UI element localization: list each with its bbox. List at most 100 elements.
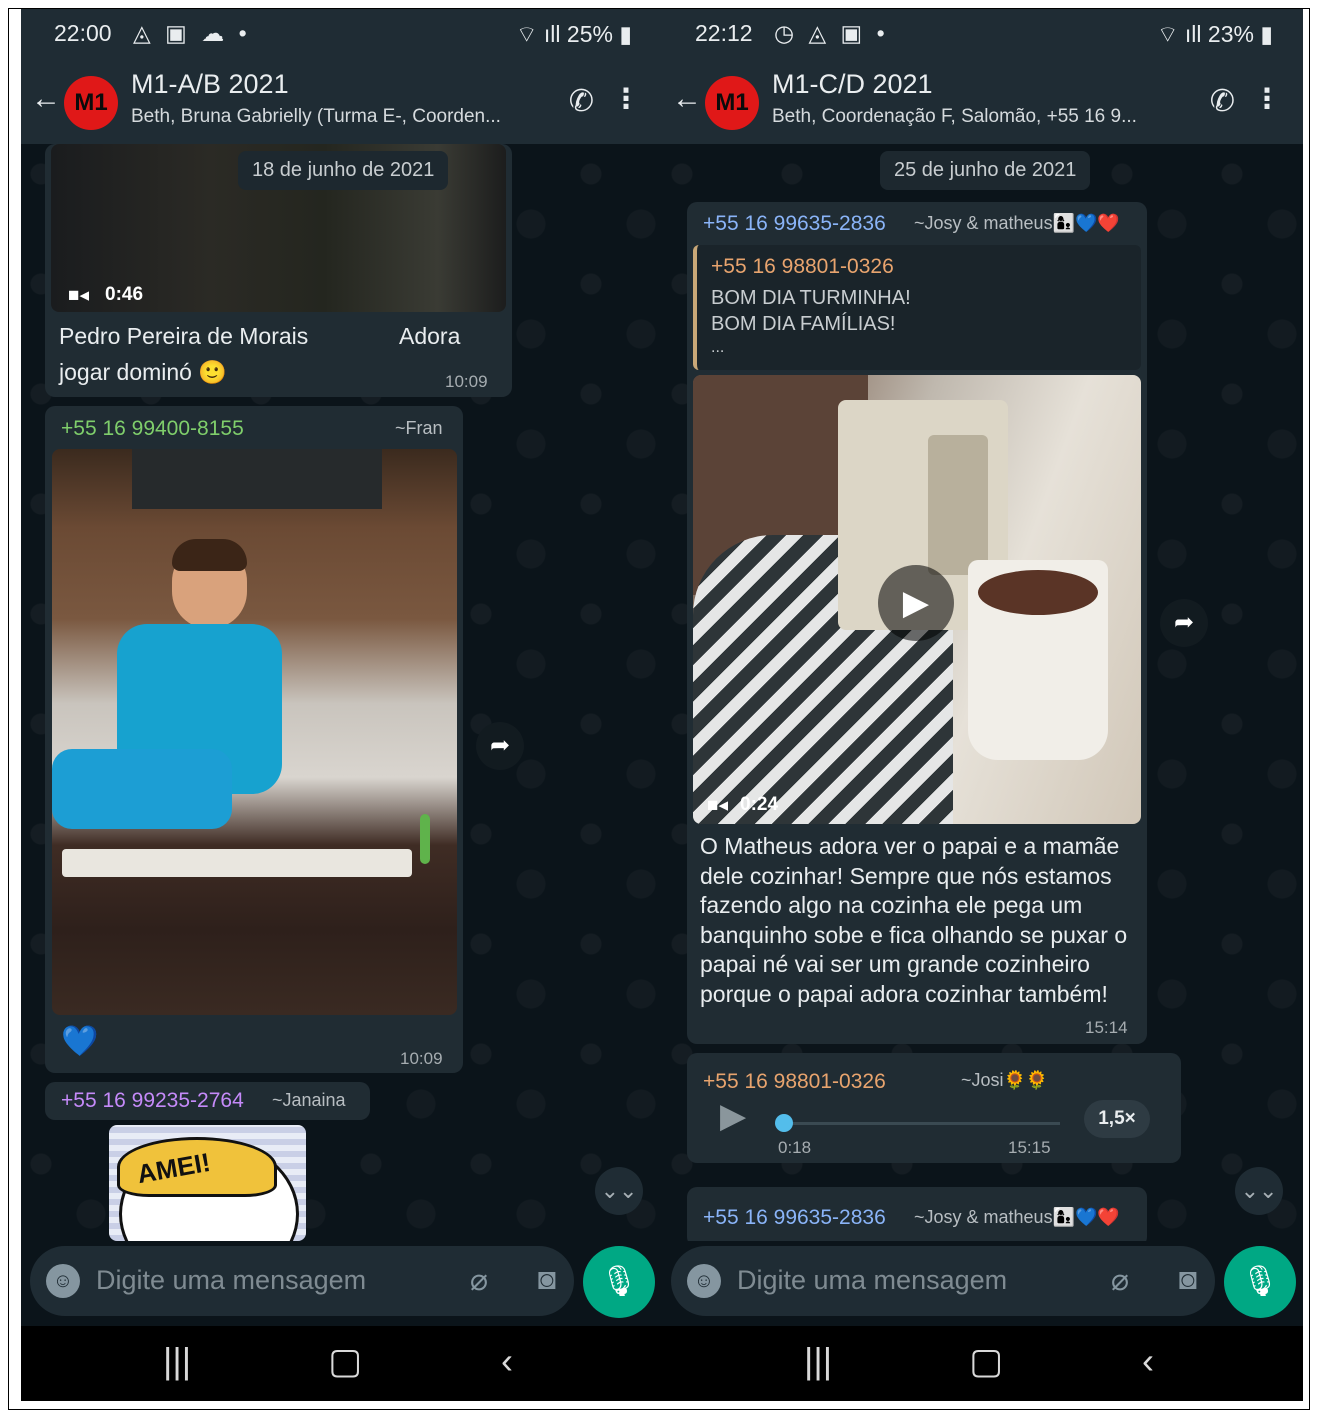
camera-icon[interactable]: ◙ bbox=[1179, 1263, 1197, 1297]
audio-progress-track[interactable] bbox=[778, 1122, 1060, 1125]
status-time: 22:12 bbox=[695, 20, 753, 46]
message-sender[interactable]: +55 16 99400-8155 bbox=[61, 417, 244, 441]
home-icon[interactable]: ▢ bbox=[969, 1340, 1003, 1382]
recent-apps-icon[interactable]: ||| bbox=[804, 1340, 832, 1382]
message-text-line1: Pedro Pereira de Morais bbox=[59, 323, 309, 349]
sender-alias: ~Janaina bbox=[272, 1090, 346, 1110]
back-arrow-icon[interactable]: ← bbox=[31, 82, 61, 116]
add-call-icon[interactable]: ✆ bbox=[569, 84, 594, 119]
battery-indicator: ⌔ ıll 23% ▮ bbox=[1157, 20, 1273, 49]
message-sender[interactable]: +55 16 98801-0326 bbox=[703, 1070, 886, 1094]
message-input[interactable]: Digite uma mensagem bbox=[96, 1265, 366, 1296]
nav-back-icon[interactable]: ‹ bbox=[1142, 1340, 1154, 1382]
microphone-button[interactable]: 🎙 bbox=[583, 1246, 655, 1318]
emoji-icon[interactable]: ☺ bbox=[46, 1264, 80, 1298]
camera-icon[interactable]: ◙ bbox=[538, 1263, 556, 1297]
add-call-icon[interactable]: ✆ bbox=[1210, 84, 1235, 119]
sender-alias: ~Josy & matheus👩‍👦💙❤️ bbox=[914, 213, 1120, 233]
forward-icon[interactable]: ➦ bbox=[476, 722, 524, 770]
group-title[interactable]: M1-C/D 2021 bbox=[772, 69, 933, 100]
group-avatar[interactable]: M1 bbox=[705, 76, 759, 130]
audio-play-icon[interactable]: ▶ bbox=[720, 1096, 746, 1136]
notification-icons: ◷ ◬ ▣ • bbox=[774, 20, 889, 46]
battery-indicator: ⌔ ıll 25% ▮ bbox=[516, 20, 632, 49]
quote-sender: +55 16 98801-0326 bbox=[711, 255, 894, 278]
image-message[interactable]: +55 16 99400-8155 ~Fran 💙 10:09 bbox=[45, 406, 463, 1073]
date-separator: 18 de junho de 2021 bbox=[238, 151, 449, 190]
emoji-icon[interactable]: ☺ bbox=[687, 1264, 721, 1298]
child-hair-shape bbox=[172, 539, 247, 571]
message-time: 15:15 bbox=[1008, 1138, 1051, 1157]
system-navigation-bar: ||| ▢ ‹ bbox=[662, 1326, 1303, 1401]
sender-header[interactable]: +55 16 99235-2764 ~Janaina bbox=[45, 1082, 370, 1120]
quote-line1: BOM DIA TURMINHA! bbox=[711, 287, 911, 309]
system-navigation-bar: ||| ▢ ‹ bbox=[21, 1326, 662, 1401]
microphone-icon: 🎙 bbox=[1240, 1265, 1280, 1298]
message-time: 10:09 bbox=[445, 372, 488, 391]
cup-content-shape bbox=[978, 570, 1098, 615]
message-list[interactable]: ■◂ 0:46 Pedro Pereira de Morais Adora jo… bbox=[21, 144, 662, 1241]
nav-back-icon[interactable]: ‹ bbox=[501, 1340, 513, 1382]
message-sender[interactable]: +55 16 99635-2836 bbox=[703, 212, 886, 236]
audio-duration: 0:18 bbox=[778, 1138, 812, 1157]
message-time: 15:14 bbox=[1085, 1018, 1128, 1037]
back-arrow-icon[interactable]: ← bbox=[672, 82, 702, 116]
sender-alias: ~Fran bbox=[395, 418, 443, 438]
sender-alias: ~Josy & matheus👩‍👦💙❤️ bbox=[914, 1207, 1120, 1227]
recent-apps-icon[interactable]: ||| bbox=[163, 1340, 191, 1382]
battery-icon: ▮ bbox=[1253, 21, 1273, 47]
message-sender[interactable]: +55 16 99235-2764 bbox=[61, 1089, 244, 1113]
video-thumbnail[interactable]: ▶ ■◂ 0:24 bbox=[693, 375, 1141, 824]
attach-icon[interactable]: ⌀ bbox=[470, 1263, 488, 1298]
message-text: O Matheus adora ver o papai e a mamãe de… bbox=[700, 833, 1128, 1007]
dominoes-shape bbox=[62, 849, 412, 877]
quote-line2: BOM DIA FAMÍLIAS! bbox=[711, 313, 896, 335]
left-phone-screen: 22:00 ◬ ▣ ☁ • ⌔ ıll 25% ▮ ← M1 M1-A/B 20… bbox=[21, 9, 662, 1401]
home-icon[interactable]: ▢ bbox=[328, 1340, 362, 1382]
sticker-message[interactable]: AMEI! bbox=[109, 1125, 306, 1241]
tv-shape bbox=[132, 449, 382, 509]
message-time: 10:09 bbox=[400, 1049, 443, 1068]
battery-level: 23% bbox=[1207, 21, 1254, 47]
message-list[interactable]: 25 de junho de 2021 +55 16 99635-2836 ~J… bbox=[662, 144, 1303, 1241]
right-phone-screen: 22:12 ◷ ◬ ▣ • ⌔ ıll 23% ▮ ← M1 M1-C/D 20… bbox=[662, 9, 1303, 1401]
attach-icon[interactable]: ⌀ bbox=[1111, 1263, 1129, 1298]
group-avatar[interactable]: M1 bbox=[64, 76, 118, 130]
microphone-icon: 🎙 bbox=[599, 1265, 639, 1298]
quoted-message[interactable]: +55 16 98801-0326 BOM DIA TURMINHA! BOM … bbox=[693, 245, 1141, 370]
group-members[interactable]: Beth, Coordenação F, Salomão, +55 16 9..… bbox=[772, 106, 1167, 128]
microwave-panel-shape bbox=[928, 435, 988, 575]
quote-line3: ... bbox=[711, 339, 725, 356]
battery-level: 25% bbox=[566, 21, 613, 47]
sender-alias: ~Josi🌻🌻 bbox=[961, 1070, 1049, 1090]
status-bar: 22:00 ◬ ▣ ☁ • ⌔ ıll 25% ▮ bbox=[21, 9, 662, 56]
message-composer[interactable]: ☺ Digite uma mensagem ⌀ ◙ bbox=[671, 1246, 1215, 1316]
video-message[interactable]: +55 16 99635-2836 ~Josy & matheus👩‍👦💙❤️ … bbox=[687, 202, 1147, 1044]
audio-progress-handle[interactable] bbox=[774, 1114, 793, 1132]
wifi-signal-icon: ⌔ ıll bbox=[1156, 21, 1208, 47]
message-text-line1-end: Adora bbox=[399, 323, 461, 349]
group-title[interactable]: M1-A/B 2021 bbox=[131, 69, 289, 100]
playback-speed-button[interactable]: 1,5× bbox=[1084, 1100, 1150, 1138]
microphone-button[interactable]: 🎙 bbox=[1224, 1246, 1296, 1318]
message-sender[interactable]: +55 16 99635-2836 bbox=[703, 1206, 886, 1230]
toy-shape bbox=[420, 814, 430, 864]
scroll-down-icon[interactable]: ⌄⌄ bbox=[595, 1167, 643, 1215]
message-composer[interactable]: ☺ Digite uma mensagem ⌀ ◙ bbox=[30, 1246, 574, 1316]
more-options-icon[interactable]: ⋮ bbox=[612, 82, 640, 115]
status-time: 22:00 bbox=[54, 20, 112, 46]
battery-icon: ▮ bbox=[612, 21, 632, 47]
voice-message[interactable]: +55 16 98801-0326 ~Josi🌻🌻 ▶ 0:18 15:15 1… bbox=[687, 1053, 1181, 1163]
group-members[interactable]: Beth, Bruna Gabrielly (Turma E-, Coorden… bbox=[131, 106, 526, 128]
play-icon[interactable]: ▶ bbox=[878, 565, 954, 641]
forward-icon[interactable]: ➦ bbox=[1160, 599, 1208, 647]
message-input[interactable]: Digite uma mensagem bbox=[737, 1265, 1007, 1296]
chat-header[interactable]: ← M1 M1-C/D 2021 Beth, Coordenação F, Sa… bbox=[662, 56, 1303, 144]
child-pants-shape bbox=[52, 749, 232, 829]
video-camera-icon: ■◂ bbox=[707, 795, 729, 816]
scroll-down-icon[interactable]: ⌄⌄ bbox=[1235, 1167, 1283, 1215]
more-options-icon[interactable]: ⋮ bbox=[1253, 82, 1281, 115]
photo-thumbnail[interactable] bbox=[52, 449, 457, 1015]
message-partial[interactable]: +55 16 99635-2836 ~Josy & matheus👩‍👦💙❤️ bbox=[687, 1187, 1147, 1241]
chat-header[interactable]: ← M1 M1-A/B 2021 Beth, Bruna Gabrielly (… bbox=[21, 56, 662, 144]
